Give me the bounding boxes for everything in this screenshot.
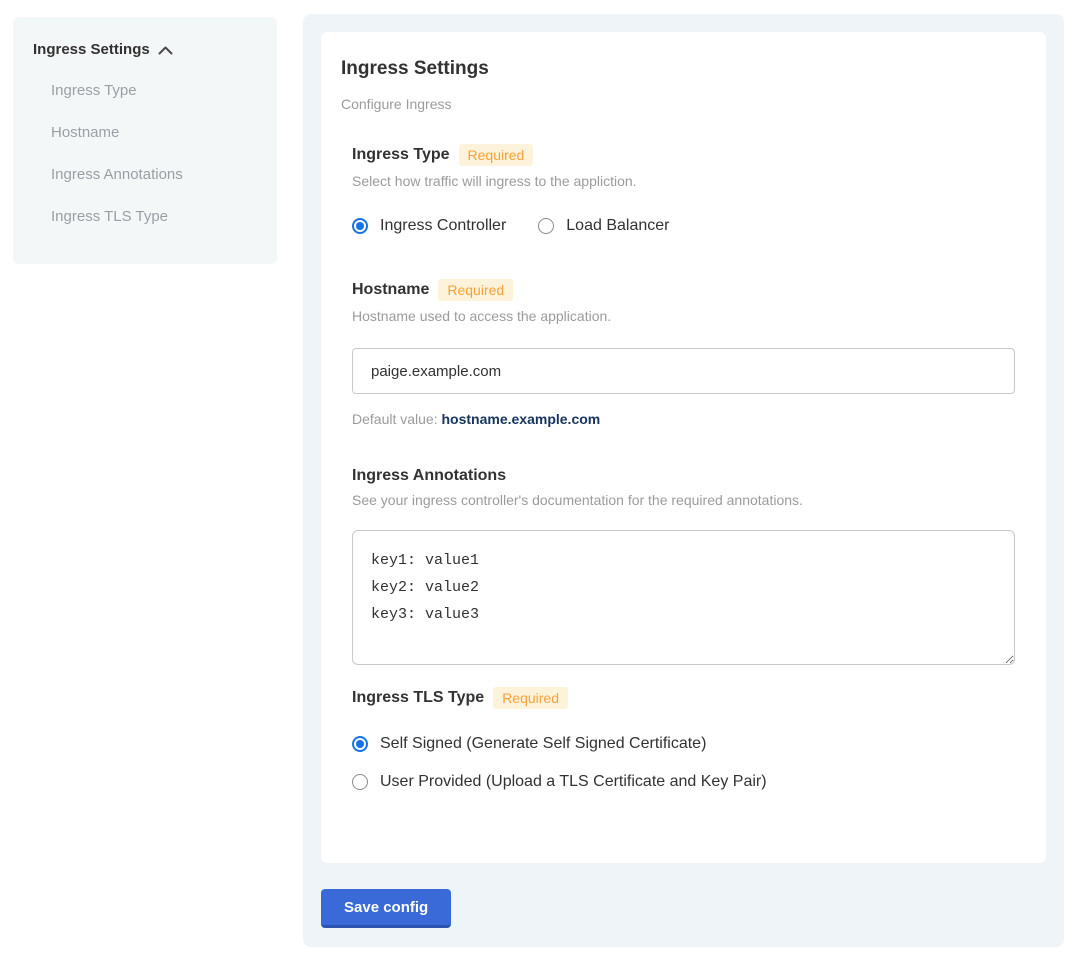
sidebar-group-label: Ingress Settings xyxy=(33,41,150,58)
hostname-input[interactable] xyxy=(352,348,1015,394)
radio-self-signed[interactable]: Self Signed (Generate Self Signed Certif… xyxy=(352,735,1015,753)
radio-icon[interactable] xyxy=(538,218,554,234)
radio-label: User Provided (Upload a TLS Certificate … xyxy=(380,773,767,791)
default-value-prefix: Default value: xyxy=(352,411,442,427)
section-title-ingress-annotations: Ingress Annotations xyxy=(352,467,506,485)
section-title-ingress-tls-type: Ingress TLS Type xyxy=(352,689,484,707)
section-hostname: Hostname Required Hostname used to acces… xyxy=(352,279,1015,427)
config-footer: Save config xyxy=(321,889,1046,928)
ingress-settings-card: Ingress Settings Configure Ingress Ingre… xyxy=(321,32,1046,863)
default-value-text: hostname.example.com xyxy=(442,411,601,427)
required-badge: Required xyxy=(459,144,534,166)
page-subtitle: Configure Ingress xyxy=(341,96,1015,112)
page-title: Ingress Settings xyxy=(341,58,1015,80)
help-text-hostname: Hostname used to access the application. xyxy=(352,308,1015,324)
chevron-up-icon xyxy=(158,46,173,55)
sidebar-item-ingress-tls-type[interactable]: Ingress TLS Type xyxy=(51,207,257,226)
section-ingress-annotations: Ingress Annotations See your ingress con… xyxy=(352,467,1015,665)
section-ingress-tls-type: Ingress TLS Type Required Self Signed (G… xyxy=(352,687,1015,791)
sidebar-item-ingress-annotations[interactable]: Ingress Annotations xyxy=(51,165,257,184)
sidebar-group-ingress-settings[interactable]: Ingress Settings xyxy=(33,41,257,58)
section-title-ingress-type: Ingress Type xyxy=(352,146,450,164)
hostname-default-value: Default value: hostname.example.com xyxy=(352,411,1015,427)
config-nav-sidebar: Ingress Settings Ingress Type Hostname I… xyxy=(13,17,277,264)
sidebar-item-hostname[interactable]: Hostname xyxy=(51,123,257,142)
help-text-ingress-type: Select how traffic will ingress to the a… xyxy=(352,173,1015,189)
sidebar-item-ingress-type[interactable]: Ingress Type xyxy=(51,81,257,100)
radio-label: Self Signed (Generate Self Signed Certif… xyxy=(380,735,706,753)
radio-load-balancer[interactable]: Load Balancer xyxy=(538,217,669,235)
radio-ingress-controller[interactable]: Ingress Controller xyxy=(352,217,506,235)
radio-icon[interactable] xyxy=(352,736,368,752)
required-badge: Required xyxy=(493,687,568,709)
radio-label: Load Balancer xyxy=(566,217,669,235)
radio-icon[interactable] xyxy=(352,218,368,234)
radio-label: Ingress Controller xyxy=(380,217,506,235)
radio-icon[interactable] xyxy=(352,774,368,790)
ingress-annotations-textarea[interactable]: key1: value1 key2: value2 key3: value3 xyxy=(352,530,1015,665)
save-config-button[interactable]: Save config xyxy=(321,889,451,928)
required-badge: Required xyxy=(438,279,513,301)
config-panel: Ingress Settings Configure Ingress Ingre… xyxy=(303,14,1064,947)
radio-user-provided[interactable]: User Provided (Upload a TLS Certificate … xyxy=(352,773,1015,791)
section-ingress-type: Ingress Type Required Select how traffic… xyxy=(352,144,1015,235)
section-title-hostname: Hostname xyxy=(352,281,429,299)
help-text-ingress-annotations: See your ingress controller's documentat… xyxy=(352,492,1015,508)
